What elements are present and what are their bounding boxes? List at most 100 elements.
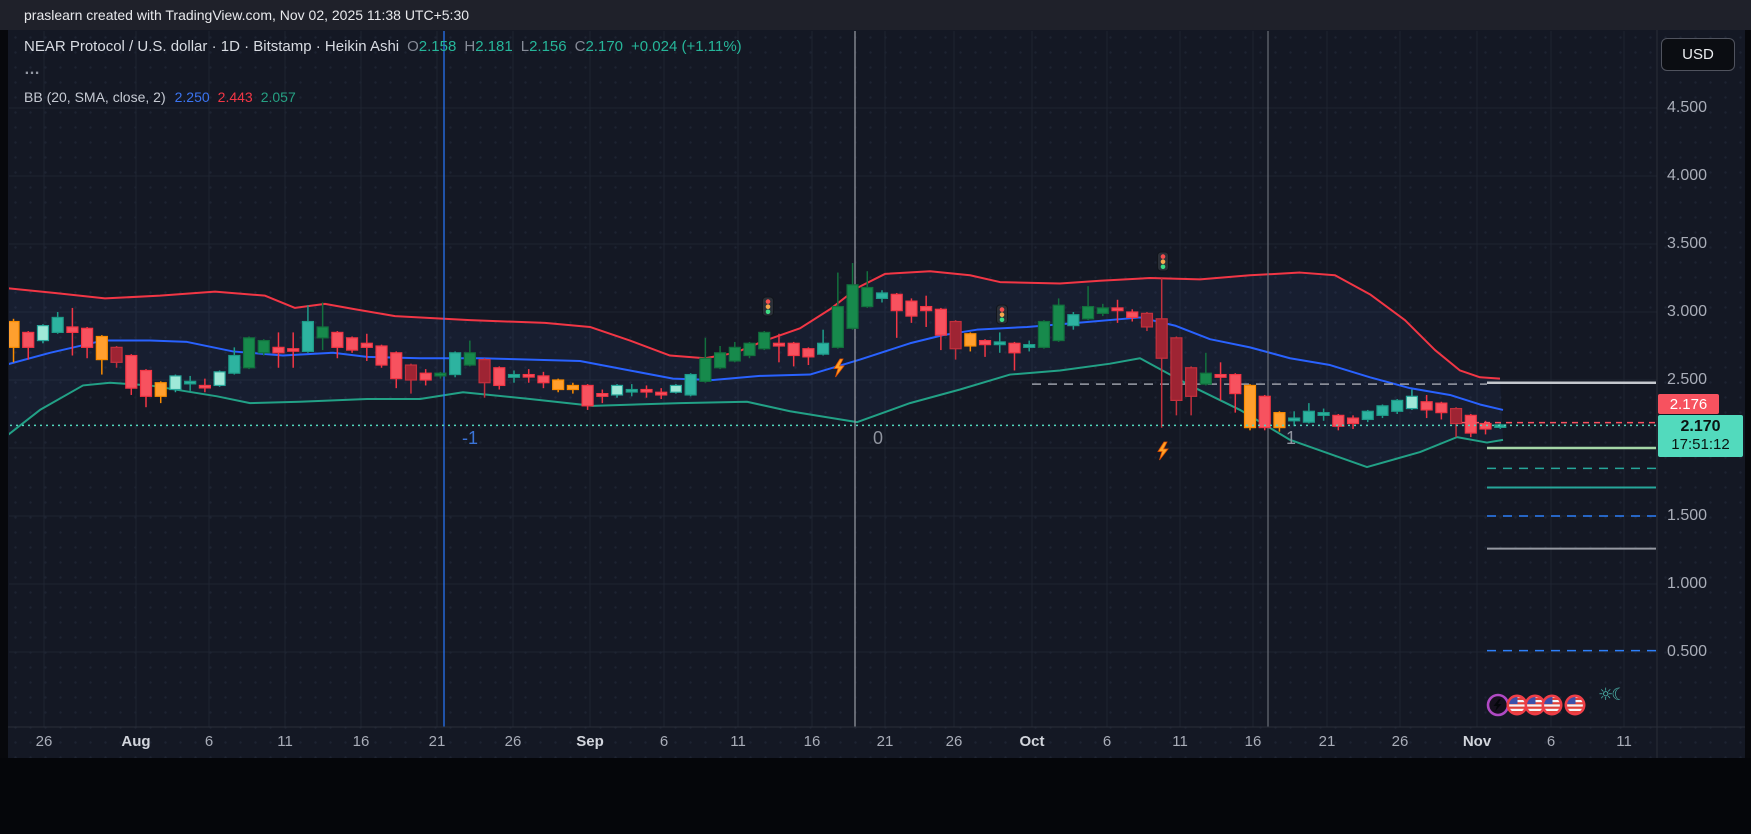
heikin-ashi-candle: [125, 354, 138, 395]
time-axis-day-label: 21: [428, 733, 446, 750]
currency-toggle-button[interactable]: USD: [1661, 38, 1735, 71]
candle-body: [36, 325, 50, 342]
candle-body: [272, 346, 285, 354]
crypto-event-icon[interactable]: [1486, 693, 1510, 717]
candle-body: [1214, 373, 1227, 378]
bollinger-band-fill: [9, 271, 1503, 468]
bb-value: 2.250: [174, 89, 210, 105]
heikin-ashi-candle: [169, 374, 182, 393]
price-tick-label: 3.500: [1667, 235, 1708, 252]
heikin-ashi-candle: [861, 271, 874, 308]
price-tick-label: 1.500: [1667, 507, 1708, 524]
candle-body: [66, 326, 79, 333]
candle-body: [758, 331, 771, 350]
candle-body: [1479, 422, 1492, 430]
time-axis-day-label: 26: [945, 733, 963, 750]
candle-body: [169, 375, 182, 391]
lightning-event-icon[interactable]: [1157, 441, 1169, 461]
candle-body: [1185, 367, 1198, 397]
candle-body: [522, 373, 535, 378]
candle-body: [1376, 405, 1389, 416]
candle-body: [728, 346, 741, 362]
time-axis-day-label: 11: [730, 733, 746, 750]
candle-body: [125, 354, 138, 389]
time-axis-day-label: 21: [1318, 733, 1336, 750]
candle-body: [184, 380, 197, 385]
candle-body: [51, 316, 64, 334]
plot-area[interactable]: -1 0 1 ☼☾: [0, 31, 1657, 727]
candle-body: [1140, 312, 1154, 328]
daylight-session-icon[interactable]: ☼☾: [1598, 685, 1626, 705]
heikin-ashi-candle: [375, 344, 388, 368]
time-axis-day-label: 16: [803, 733, 821, 750]
time-axis-day-label: 11: [1172, 733, 1188, 750]
candle-body: [257, 339, 270, 354]
candle-body: [1332, 414, 1345, 427]
ohlc-pair: L2.156: [520, 38, 567, 55]
heikin-ashi-candle: [0, 323, 4, 353]
time-axis-day-label: 26: [35, 733, 53, 750]
us-flag-event-icon[interactable]: [1564, 694, 1586, 716]
candle-body: [905, 300, 918, 317]
candle-body: [110, 346, 123, 363]
candle-body: [655, 391, 668, 396]
time-axis-day-label: 11: [277, 733, 293, 750]
heikin-ashi-candle: [36, 324, 50, 344]
candle-body: [1170, 337, 1183, 401]
symbol-title[interactable]: NEAR Protocol / U.S. dollar · 1D · Bitst…: [24, 38, 399, 55]
price-tick-label: 1.000: [1667, 575, 1708, 592]
time-axis-month-label: Sep: [576, 733, 604, 750]
candle-body: [669, 384, 683, 393]
price-tick-label: 0.500: [1667, 643, 1708, 660]
candle-body: [949, 320, 962, 350]
heikin-ashi-candle: [449, 351, 462, 378]
chart-legend: NEAR Protocol / U.S. dollar · 1D · Bitst…: [24, 38, 742, 105]
candle-body: [699, 357, 712, 382]
candle-body: [1243, 384, 1257, 429]
candle-body: [404, 364, 418, 381]
counter-price-label: 2.176: [1658, 394, 1719, 415]
time-axis-day-label: 16: [1244, 733, 1262, 750]
time-axis-day-label: 26: [504, 733, 522, 750]
candle-body: [875, 292, 889, 299]
price-chart-canvas[interactable]: -1 0 1 ☼☾: [0, 0, 1751, 834]
candle-body: [1449, 407, 1463, 425]
candle-body: [1288, 417, 1301, 422]
candle-body: [861, 286, 874, 308]
symbol-row[interactable]: NEAR Protocol / U.S. dollar · 1D · Bitst…: [24, 38, 742, 55]
vertical-marker-label: 0: [873, 428, 883, 448]
bar-countdown-timer: 17:51:12: [1671, 435, 1730, 453]
bb-indicator-row[interactable]: BB (20, SMA, close, 2) 2.250 2.443 2.057: [24, 89, 742, 105]
candle-body: [1199, 372, 1212, 385]
us-flag-event-icon[interactable]: [1506, 694, 1528, 716]
traffic-light-event-icon[interactable]: [996, 304, 1008, 325]
candle-body: [1435, 402, 1448, 414]
ohlc-pair: C2.170: [574, 38, 624, 55]
us-flag-event-icon[interactable]: [1541, 694, 1563, 716]
bb-indicator-label[interactable]: BB (20, SMA, close, 2): [24, 89, 166, 105]
heikin-ashi-candle: [831, 272, 844, 349]
candle-body: [581, 384, 594, 407]
candle-body: [1111, 307, 1124, 312]
bb-value: 2.057: [260, 89, 296, 105]
candle-body: [772, 342, 786, 347]
candle-body: [1464, 414, 1477, 434]
current-price-value: 2.170: [1680, 417, 1721, 435]
candle-body: [978, 339, 992, 346]
traffic-light-event-icon[interactable]: [1157, 251, 1169, 272]
candle-body: [139, 369, 153, 397]
legend-more-row[interactable]: …: [24, 61, 742, 79]
candle-body: [390, 352, 403, 380]
heikin-ashi-candle: [758, 331, 771, 351]
price-tick-label: 2.500: [1667, 371, 1708, 388]
traffic-light-event-icon[interactable]: [762, 296, 774, 317]
candle-body: [1008, 342, 1021, 354]
vertical-marker-label: 1: [1286, 428, 1296, 448]
heikin-ashi-candle: [154, 381, 167, 404]
time-axis-day-label: 16: [352, 733, 370, 750]
candle-body: [934, 308, 947, 336]
heikin-ashi-candle: [1052, 298, 1065, 342]
footer-bar: TradingView: [0, 758, 1751, 834]
us-flag-event-icon[interactable]: [1524, 694, 1546, 716]
heikin-ashi-candle: [699, 337, 712, 383]
